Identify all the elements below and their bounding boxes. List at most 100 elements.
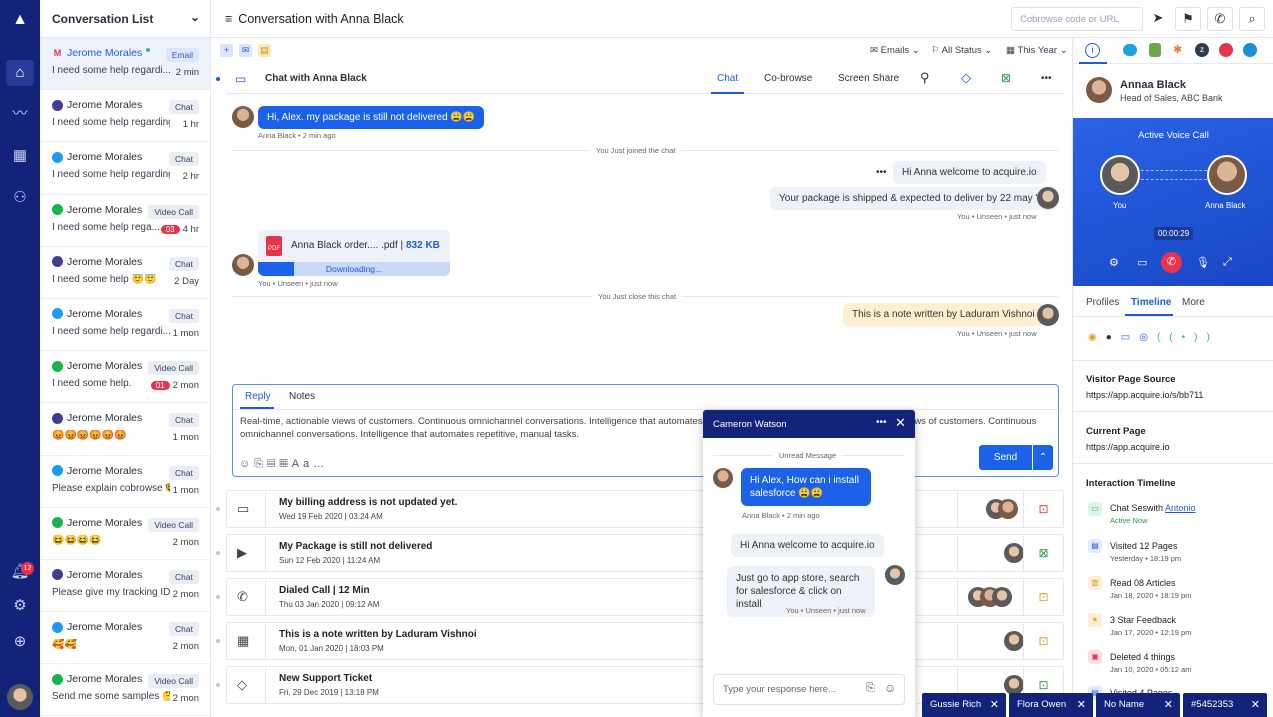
chat-chip[interactable]: No Name ✕	[1096, 693, 1180, 717]
row-action-icon[interactable]: ⊡	[1023, 579, 1063, 615]
conversation-list-header[interactable]: Conversation List ⌄	[40, 0, 210, 38]
expand-icon[interactable]: ⤢	[1223, 256, 1232, 269]
tab-reply[interactable]: Reply	[245, 391, 271, 402]
cobrowse-input[interactable]: Cobrowse code or URL	[1011, 7, 1143, 31]
settings-icon[interactable]: ⚙	[10, 596, 30, 616]
conversation-item[interactable]: Jerome Morales Chat Please explain cobrows…	[40, 456, 210, 508]
chat-chip[interactable]: #5452353 ✕	[1183, 693, 1267, 717]
tab-more[interactable]: More	[1182, 297, 1205, 308]
tab-profiles[interactable]: Profiles	[1086, 297, 1119, 308]
user-avatar[interactable]	[7, 684, 33, 710]
send-icon[interactable]: ➤	[1145, 7, 1171, 31]
conversation-item[interactable]: Jerome Morales Chat Please give my trackin…	[40, 560, 210, 613]
conversation-item[interactable]: M Jerome Morales Email I need some help reg…	[40, 38, 210, 91]
salesforce-icon[interactable]	[1123, 44, 1137, 56]
timeline-link[interactable]: Antonio	[1165, 503, 1196, 513]
attach-icon[interactable]: ⎘	[254, 458, 267, 470]
message-time: 2 mon	[172, 693, 199, 705]
format-icon[interactable]: Aa	[292, 458, 313, 470]
row-action-icon[interactable]: ⊠	[1023, 535, 1063, 571]
add-icon[interactable]: +	[220, 44, 233, 57]
conversation-item[interactable]: Jerome Morales Video Call I need some help…	[40, 195, 210, 247]
timeline-row[interactable]: ▭ My billing address is not updated yet. W…	[226, 490, 1064, 528]
conversation-item[interactable]: Jerome Morales Chat I need some help regar…	[40, 90, 210, 143]
more-icon[interactable]: •••	[1041, 73, 1052, 84]
reply-textarea[interactable]: Real-time, actionable views of customers…	[240, 415, 1050, 441]
row-action-icon[interactable]: ⊡	[1023, 491, 1063, 527]
tab-timeline[interactable]: Timeline	[1131, 297, 1171, 308]
channel-tag: Video Call	[148, 361, 199, 376]
tag-icon[interactable]: ◇	[961, 70, 971, 86]
close-icon[interactable]: ✕	[1251, 698, 1260, 711]
analytics-icon[interactable]: 〰	[10, 104, 30, 124]
timeline-row[interactable]: ▶ My Package is still not delivered Sun 12…	[226, 534, 1064, 572]
tab-cobrowse[interactable]: Co-browse	[764, 73, 812, 84]
tab-chat[interactable]: Chat	[717, 73, 738, 84]
row-action-icon[interactable]: ⊡	[1023, 623, 1063, 659]
hangup-icon[interactable]: ✆	[1161, 252, 1182, 273]
composer-toolbar[interactable]: ☺⎘▤▦Aa…	[239, 458, 328, 471]
send-options-icon[interactable]: ⌃	[1033, 445, 1053, 470]
contact-name: Jerome Morales	[67, 307, 143, 320]
close-icon[interactable]: ✕	[895, 415, 906, 431]
conversation-item[interactable]: Jerome Morales Chat 🥰🥰 2 mon	[40, 612, 210, 665]
excel-icon[interactable]: ⊠	[1001, 71, 1011, 85]
close-icon[interactable]: ✕	[1164, 698, 1173, 711]
conversation-item[interactable]: Jerome Morales Video Call 😆😆😆😆 2 mon	[40, 508, 210, 560]
template-icon[interactable]: ▤	[267, 458, 279, 470]
conversation-item[interactable]: Jerome Morales Chat I need some help 😇😇 2 D…	[40, 247, 210, 299]
conversation-item[interactable]: Jerome Morales Video Call Send me some sam…	[40, 664, 210, 717]
home-icon[interactable]: ⌂	[6, 60, 34, 86]
emoji-icon[interactable]: ☺	[239, 458, 254, 470]
chat-chip[interactable]: Flora Owen ✕	[1009, 693, 1093, 717]
chat-chip[interactable]: Gussie Rich ✕	[922, 693, 1006, 717]
search-icon[interactable]: ⌕	[1239, 7, 1265, 31]
call-settings-icon[interactable]: ⚙	[1109, 256, 1119, 269]
attach-icon[interactable]: ⎘	[866, 682, 875, 695]
mic-icon[interactable]: 🎙︎	[1196, 256, 1210, 269]
apps-grid-icon[interactable]: ▦	[10, 146, 30, 166]
conversation-item[interactable]: Jerome Morales Video Call I need some help…	[40, 351, 210, 404]
more-icon[interactable]: …	[313, 458, 328, 470]
hubspot-icon[interactable]: ✱	[1173, 43, 1182, 56]
note-icon[interactable]: ▤	[258, 44, 271, 57]
add-user-icon[interactable]: ⚲	[920, 70, 930, 86]
chevron-down-icon[interactable]: ⌄	[190, 10, 200, 24]
close-icon[interactable]: ✕	[990, 698, 999, 711]
flag-icon[interactable]: ⚑	[1175, 7, 1201, 31]
message-time: 01 2 mon	[150, 380, 199, 391]
file-attachment[interactable]: PDF Anna Black order.... .pdf | 832 KB D…	[258, 230, 450, 276]
conversation-item[interactable]: Jerome Morales Chat 😡😡😡😡😡😡 1 mon	[40, 403, 210, 456]
phone-icon[interactable]: ✆	[1207, 7, 1233, 31]
tab-screen-share[interactable]: Screen Share	[838, 73, 899, 84]
integration-icon[interactable]	[1219, 43, 1233, 57]
conversation-item[interactable]: Jerome Morales Chat I need some help regar…	[40, 142, 210, 195]
visitor-source-url[interactable]: https://app.acquire.io/s/bb711	[1086, 390, 1203, 400]
zendesk-icon[interactable]: z	[1195, 43, 1209, 57]
integration-icon[interactable]	[1243, 43, 1257, 57]
send-button[interactable]: Send	[979, 445, 1032, 470]
status-filter[interactable]: ⚐ All Status ⌄	[931, 45, 992, 56]
contact-avatar	[1086, 77, 1112, 103]
timeline-row[interactable]: ✆ Dialed Call | 12 Min Thu 03 Jan 2020 | 0…	[226, 578, 1064, 616]
contact-name: Jerome Morales	[67, 568, 143, 581]
conversation-item[interactable]: Jerome Morales Chat I need some help regar…	[40, 299, 210, 352]
emoji-icon[interactable]: ☺	[884, 681, 896, 695]
timeline-row[interactable]: ▦ This is a note written by Laduram Vishn…	[226, 622, 1064, 660]
more-icon[interactable]: •••	[876, 417, 887, 428]
info-icon[interactable]: i	[1085, 43, 1100, 58]
tab-notes[interactable]: Notes	[289, 391, 315, 402]
mail-icon[interactable]: ✉	[239, 44, 252, 57]
period-filter[interactable]: ▦ This Year ⌄	[1006, 45, 1068, 56]
popup-response-input[interactable]: Type your response here... ⎘ ☺	[713, 674, 905, 705]
close-icon[interactable]: ✕	[1077, 698, 1086, 711]
current-page-url[interactable]: https://app.acquire.io	[1086, 442, 1170, 452]
bot-icon[interactable]: ⚇	[10, 188, 30, 208]
apps-icon[interactable]: ▦	[279, 458, 291, 470]
message-more-icon[interactable]: •••	[876, 167, 887, 178]
video-off-icon[interactable]: ▭	[1137, 256, 1147, 269]
help-icon[interactable]: ⊕	[10, 632, 30, 652]
shopify-icon[interactable]	[1149, 43, 1161, 57]
menu-icon[interactable]: ≡	[225, 12, 232, 26]
emails-filter[interactable]: ✉ Emails ⌄	[870, 45, 920, 56]
